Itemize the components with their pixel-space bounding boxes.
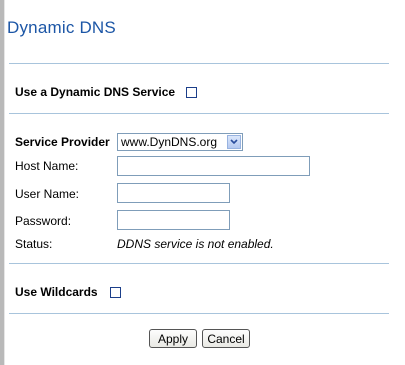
page-title: Dynamic DNS — [7, 18, 116, 37]
left-border-highlight — [4, 0, 5, 365]
cancel-button[interactable]: Cancel — [202, 329, 250, 348]
use-ddns-checkbox[interactable] — [186, 87, 197, 98]
password-input[interactable] — [117, 210, 230, 230]
service-provider-value: www.DynDNS.org — [121, 135, 218, 149]
user-name-label: User Name: — [15, 187, 80, 201]
service-provider-select[interactable]: www.DynDNS.org — [117, 133, 243, 151]
host-name-input[interactable] — [117, 156, 310, 176]
use-ddns-label: Use a Dynamic DNS Service — [15, 85, 176, 99]
password-label: Password: — [15, 214, 72, 228]
divider — [9, 113, 389, 114]
use-wildcards-label: Use Wildcards — [15, 285, 98, 299]
use-wildcards-checkbox[interactable] — [110, 287, 121, 298]
host-name-label: Host Name: — [15, 159, 79, 173]
status-value: DDNS service is not enabled. — [117, 237, 274, 251]
divider — [9, 313, 389, 314]
divider — [9, 263, 389, 264]
chevron-down-icon[interactable] — [227, 135, 241, 149]
divider — [9, 63, 389, 64]
status-label: Status: — [15, 237, 53, 251]
service-provider-label: Service Provider — [15, 135, 110, 149]
apply-button[interactable]: Apply — [149, 329, 197, 348]
user-name-input[interactable] — [117, 183, 230, 203]
